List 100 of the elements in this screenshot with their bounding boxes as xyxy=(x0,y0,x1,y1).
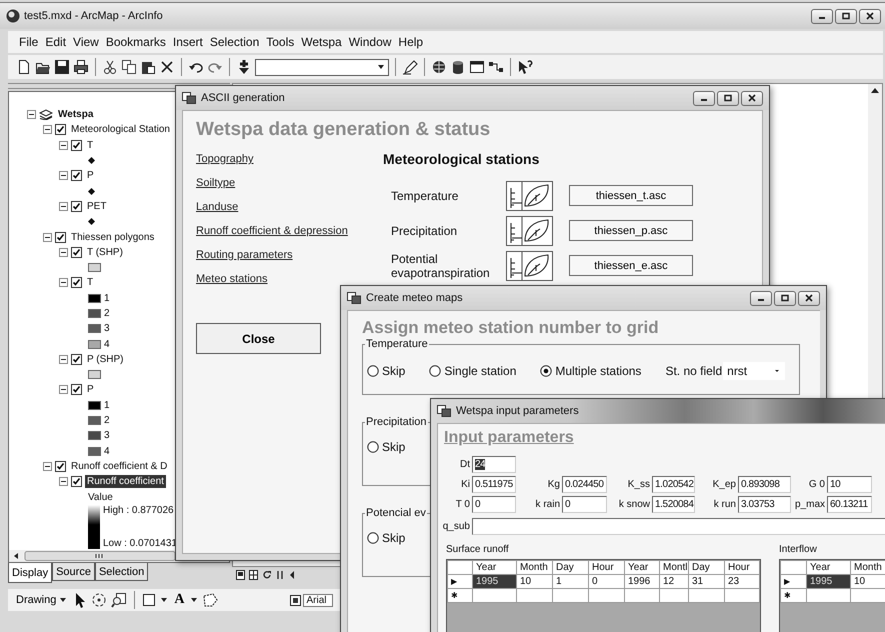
rotate-icon[interactable] xyxy=(91,592,108,608)
collapse-icon[interactable] xyxy=(59,202,68,211)
checkbox[interactable] xyxy=(71,170,82,182)
left-arrow-icon[interactable] xyxy=(288,570,296,580)
menu-item[interactable]: Tools xyxy=(263,35,298,49)
layer-name[interactable]: Runoff coefficient xyxy=(85,475,166,488)
add-data-icon[interactable] xyxy=(236,59,252,75)
table-cell[interactable]: 1995 xyxy=(806,574,850,588)
layer-name[interactable]: P xyxy=(85,169,96,182)
minimize-button[interactable] xyxy=(750,290,772,306)
scissors-icon[interactable] xyxy=(102,59,118,75)
input-field[interactable]: 1.020542 xyxy=(652,476,695,493)
table-cell[interactable] xyxy=(724,588,760,602)
link[interactable]: Topography xyxy=(196,147,254,171)
menu-item[interactable]: Edit xyxy=(42,35,70,49)
link[interactable]: Landuse xyxy=(196,195,238,219)
input-field[interactable]: 0 xyxy=(472,496,516,513)
input-field[interactable]: 24 xyxy=(472,456,516,473)
maximize-button[interactable] xyxy=(717,90,739,106)
dropdown[interactable]: nrst xyxy=(723,362,786,380)
input-field[interactable]: 10 xyxy=(827,476,872,493)
maximize-button[interactable] xyxy=(835,8,857,24)
polygon-icon[interactable] xyxy=(202,593,218,607)
layer-name[interactable]: T xyxy=(85,138,96,152)
menu-item[interactable]: Bookmarks xyxy=(102,35,169,49)
table-cell[interactable] xyxy=(624,588,660,602)
link[interactable]: Runoff coefficient & depression xyxy=(196,219,348,243)
layer-name[interactable]: P xyxy=(85,383,96,396)
table-cell[interactable] xyxy=(516,588,552,602)
menu-item[interactable]: Window xyxy=(346,35,394,49)
collapse-icon[interactable] xyxy=(43,462,52,471)
radio-label[interactable]: Multiple stations xyxy=(555,364,642,378)
checkbox[interactable] xyxy=(71,384,82,396)
file-button[interactable]: thiessen_p.asc xyxy=(569,220,693,241)
pointer-icon[interactable] xyxy=(73,592,88,608)
tab[interactable]: Selection xyxy=(94,563,148,581)
table-cell[interactable] xyxy=(588,588,624,602)
pause-icon[interactable] xyxy=(276,570,284,580)
table-cell[interactable]: 10 xyxy=(850,574,885,588)
link[interactable]: Meteo stations xyxy=(196,267,268,291)
menu-item[interactable]: View xyxy=(70,35,102,49)
table-cell[interactable]: 31 xyxy=(688,574,724,588)
table-cell[interactable] xyxy=(688,588,724,602)
input-field[interactable]: 0 xyxy=(562,496,607,513)
layer-name[interactable]: Thiessen polygons xyxy=(69,230,156,244)
radio-button[interactable] xyxy=(367,441,379,453)
table-cell[interactable]: 1996 xyxy=(624,574,660,588)
file-button[interactable]: thiessen_t.asc xyxy=(569,185,693,206)
input-field[interactable]: 3.03753 xyxy=(738,496,791,513)
gauge-leaf-icon[interactable] xyxy=(506,216,553,246)
collapse-icon[interactable] xyxy=(43,232,52,242)
caret-icon[interactable] xyxy=(160,596,168,604)
close-button[interactable] xyxy=(859,8,881,24)
table-cell[interactable]: 23 xyxy=(724,574,760,588)
table-cell[interactable]: 10 xyxy=(516,574,552,588)
input-field[interactable]: 1.520084 xyxy=(652,496,695,513)
menu-item[interactable]: Insert xyxy=(170,35,206,49)
collapse-icon[interactable] xyxy=(59,354,68,364)
input-field[interactable]: 0.024450 xyxy=(562,476,607,493)
layer-name[interactable]: Wetspa xyxy=(56,108,96,122)
collapse-icon[interactable] xyxy=(59,278,68,288)
checkbox[interactable] xyxy=(71,246,82,258)
printer-icon[interactable] xyxy=(73,59,89,75)
minimize-button[interactable] xyxy=(811,8,833,24)
collapse-icon[interactable] xyxy=(59,477,68,486)
zoom-page-icon[interactable] xyxy=(111,592,128,608)
globe-icon[interactable] xyxy=(431,59,447,75)
close-button[interactable]: Close xyxy=(196,323,321,354)
grid-icon[interactable] xyxy=(249,570,258,580)
menu-item[interactable]: Wetspa xyxy=(298,35,345,49)
radio-label[interactable]: Skip xyxy=(382,364,406,378)
input-field[interactable]: 0.511975 xyxy=(472,476,516,493)
checkbox[interactable] xyxy=(71,277,82,288)
layer-name[interactable]: Meteorological Station xyxy=(69,123,172,136)
tab[interactable]: Display xyxy=(8,563,52,583)
cylinder-icon[interactable] xyxy=(450,59,466,75)
link[interactable]: Soiltype xyxy=(196,171,236,195)
file-button[interactable]: thiessen_e.asc xyxy=(569,255,693,276)
collapse-icon[interactable] xyxy=(59,140,68,150)
clipboard-icon[interactable] xyxy=(140,59,156,75)
table-cell[interactable]: 1995 xyxy=(472,574,516,588)
radio-label[interactable]: Skip xyxy=(382,440,406,454)
pencil-icon[interactable] xyxy=(402,59,418,75)
input-field[interactable] xyxy=(472,518,885,535)
scale-dropdown[interactable] xyxy=(255,58,389,76)
table-cell[interactable] xyxy=(660,588,688,602)
radio-button[interactable] xyxy=(429,365,442,377)
checkbox[interactable] xyxy=(55,232,66,243)
menu-item[interactable]: Help xyxy=(395,35,426,49)
cross-icon[interactable] xyxy=(159,59,175,75)
connector-icon[interactable] xyxy=(488,59,504,75)
refresh-icon[interactable] xyxy=(262,570,272,580)
close-button[interactable] xyxy=(798,290,820,306)
table-cell[interactable] xyxy=(806,588,850,602)
radio-button[interactable] xyxy=(367,532,379,544)
close-button[interactable] xyxy=(741,90,763,106)
text-tool-button[interactable]: A xyxy=(172,592,186,608)
collapse-icon[interactable] xyxy=(59,248,68,257)
gauge-leaf-icon[interactable] xyxy=(506,180,553,210)
table-cell[interactable] xyxy=(472,588,516,602)
